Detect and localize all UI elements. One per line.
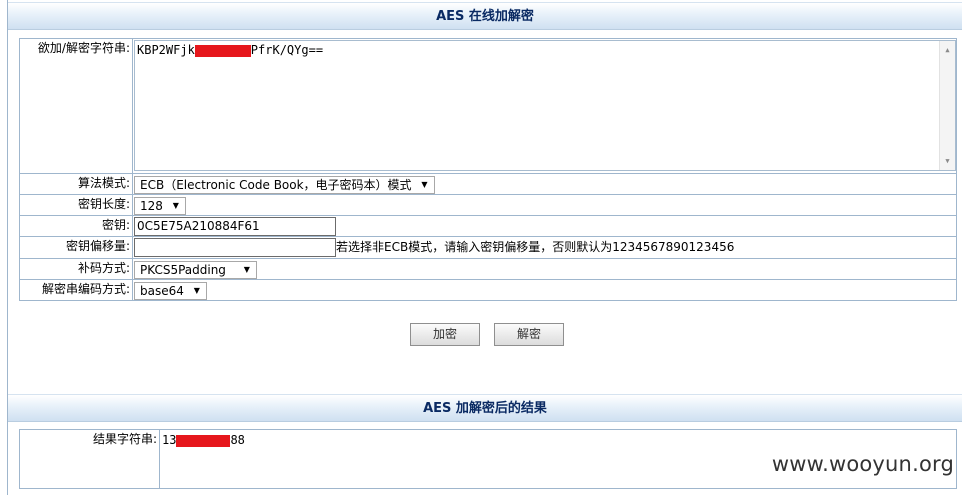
keylen-cell: 128 ▼ bbox=[132, 194, 957, 216]
keylen-select-value: 128 bbox=[140, 199, 163, 213]
input-text-start: KBP2WFjk bbox=[137, 43, 195, 57]
chevron-down-icon: ▼ bbox=[421, 180, 428, 189]
encoding-cell: base64 ▼ bbox=[132, 279, 957, 301]
result-text-start: 13 bbox=[162, 433, 177, 447]
chevron-down-icon: ▼ bbox=[193, 286, 200, 295]
result-text: 13 88 bbox=[160, 430, 956, 447]
mode-select[interactable]: ECB（Electronic Code Book，电子密码本）模式 ▼ bbox=[134, 176, 435, 194]
chevron-down-icon: ▼ bbox=[243, 265, 250, 274]
input-cell: KBP2WFjk PfrK/QYg== ▲ ▼ bbox=[132, 38, 957, 174]
watermark: www.wooyun.org bbox=[771, 452, 954, 476]
input-textarea[interactable]: KBP2WFjk PfrK/QYg== ▲ ▼ bbox=[134, 40, 956, 171]
padding-select-value: PKCS5Padding bbox=[140, 263, 226, 277]
encoding-select[interactable]: base64 ▼ bbox=[134, 282, 207, 300]
chevron-down-icon: ▼ bbox=[172, 201, 179, 210]
redaction-mark bbox=[194, 44, 251, 57]
iv-cell: 若选择非ECB模式，请输入密钥偏移量，否则默认为1234567890123456 bbox=[132, 236, 957, 259]
mode-select-value: ECB（Electronic Code Book，电子密码本）模式 bbox=[140, 178, 412, 192]
result-title: AES 加解密后的结果 bbox=[8, 394, 962, 422]
textarea-scrollbar[interactable]: ▲ ▼ bbox=[939, 41, 955, 170]
keylen-select[interactable]: 128 ▼ bbox=[134, 197, 186, 215]
aes-form: 欲加/解密字符串: KBP2WFjk PfrK/QYg== ▲ ▼ 算法模式: E… bbox=[19, 38, 957, 301]
iv-input[interactable] bbox=[134, 238, 336, 257]
encoding-label: 解密串编码方式: bbox=[19, 279, 133, 301]
mode-cell: ECB（Electronic Code Book，电子密码本）模式 ▼ bbox=[132, 173, 957, 195]
iv-hint: 若选择非ECB模式，请输入密钥偏移量，否则默认为1234567890123456 bbox=[336, 240, 735, 254]
padding-select[interactable]: PKCS5Padding ▼ bbox=[134, 261, 257, 279]
key-cell: 0C5E75A210884F61 bbox=[132, 215, 957, 237]
decrypt-button[interactable]: 解密 bbox=[494, 323, 564, 346]
padding-cell: PKCS5Padding ▼ bbox=[132, 258, 957, 280]
iv-label: 密钥偏移量: bbox=[19, 236, 133, 259]
panel-title: AES 在线加解密 bbox=[8, 2, 962, 30]
scroll-up-icon[interactable]: ▲ bbox=[940, 43, 955, 57]
redaction-mark bbox=[176, 434, 231, 447]
result-label: 结果字符串: bbox=[19, 429, 160, 489]
encoding-select-value: base64 bbox=[140, 284, 184, 298]
encrypt-button[interactable]: 加密 bbox=[410, 323, 480, 346]
input-label: 欲加/解密字符串: bbox=[19, 38, 133, 174]
key-label: 密钥: bbox=[19, 215, 133, 237]
keylen-label: 密钥长度: bbox=[19, 194, 133, 216]
scroll-down-icon[interactable]: ▼ bbox=[940, 154, 955, 168]
key-input[interactable]: 0C5E75A210884F61 bbox=[134, 217, 336, 236]
padding-label: 补码方式: bbox=[19, 258, 133, 280]
mode-label: 算法模式: bbox=[19, 173, 133, 195]
result-text-end: 88 bbox=[230, 433, 245, 447]
input-text-end: PfrK/QYg== bbox=[250, 43, 324, 57]
